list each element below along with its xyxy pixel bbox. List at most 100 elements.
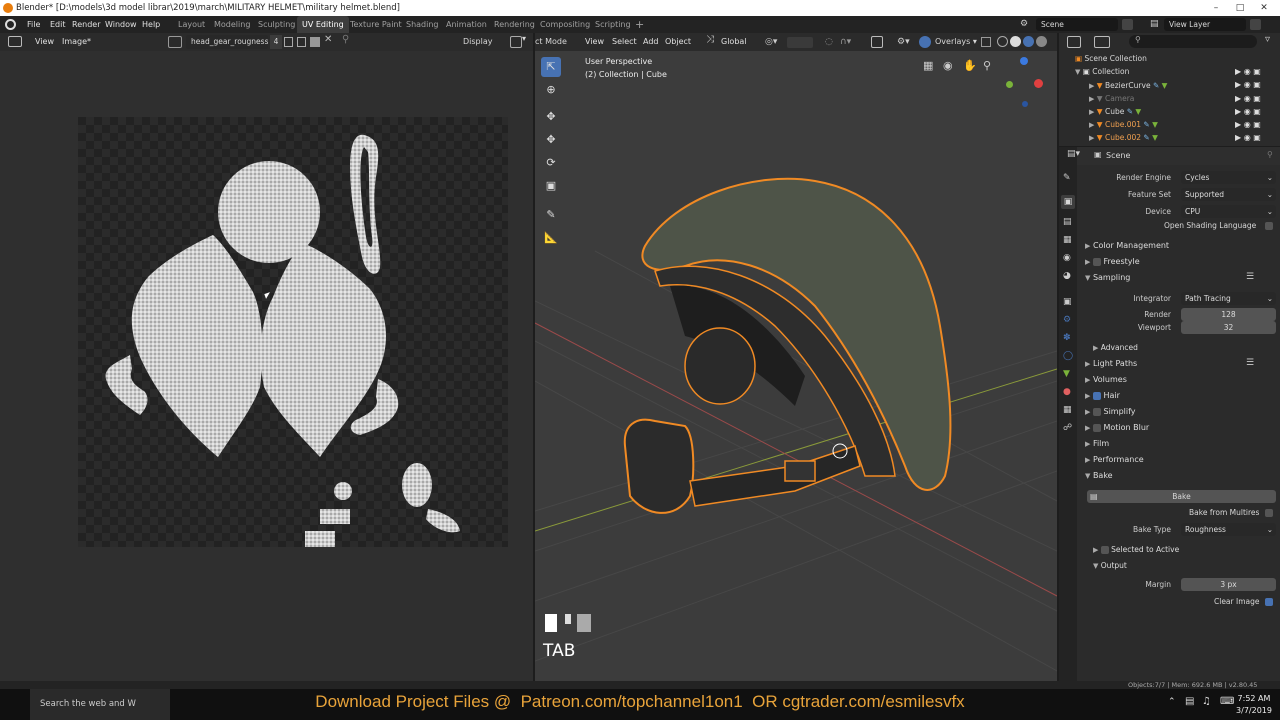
view-layer-tab-icon[interactable]: ▦ [1063, 235, 1072, 245]
snap-toggle-icon[interactable] [787, 37, 813, 48]
proportional-edit-icon[interactable]: ◌ [825, 33, 833, 51]
gizmo-neg-z-axis[interactable] [1022, 101, 1028, 107]
tool-tab-icon[interactable]: ✎ [1063, 173, 1071, 183]
object-tab-icon[interactable]: ▣ [1063, 297, 1072, 307]
particles-tab-icon[interactable]: ✽ [1063, 333, 1071, 343]
motion-blur-checkbox[interactable] [1092, 423, 1101, 432]
maximize-icon[interactable]: □ [1228, 0, 1252, 16]
light-paths-panel[interactable]: ▶ Light Paths [1085, 359, 1137, 368]
bake-panel[interactable]: ▼ Bake [1085, 471, 1113, 480]
outliner-search-input[interactable]: ⚲ [1129, 35, 1257, 48]
sampling-presets-icon[interactable]: ☰ [1246, 272, 1254, 282]
overlays-icon[interactable] [919, 36, 931, 48]
color-management-panel[interactable]: ▶ Color Management [1085, 241, 1169, 250]
performance-panel[interactable]: ▶ Performance [1085, 455, 1144, 464]
xray-icon[interactable] [981, 37, 991, 47]
keyboard-icon[interactable]: ⌨ [1220, 696, 1234, 707]
motion-blur-panel[interactable]: ▶ Motion Blur [1085, 423, 1149, 432]
menu-window[interactable]: Window [105, 16, 137, 33]
tab-texture-paint[interactable]: Texture Paint [350, 16, 402, 33]
properties-pin-icon[interactable]: ⚲ [1267, 150, 1273, 159]
camera-view-icon[interactable]: ◉ [943, 59, 953, 72]
tab-uv-editing[interactable]: UV Editing [297, 16, 349, 33]
move-tool-icon-2[interactable]: ✥ [541, 130, 561, 150]
outliner-item-cube[interactable]: ▶ ▼ Cube ✎ ▼ [1089, 105, 1141, 118]
rendered-shading-icon[interactable] [1036, 36, 1047, 47]
outliner-item-cube-002[interactable]: ▶ ▼ Cube.002 ✎ ▼ [1089, 131, 1158, 144]
render-engine-dropdown[interactable]: Cycles ⌄ [1181, 171, 1276, 184]
new-view-layer-icon[interactable] [1250, 19, 1261, 30]
material-shading-icon[interactable] [1023, 36, 1034, 47]
world-tab-icon[interactable]: ◕ [1063, 271, 1071, 281]
margin-field[interactable]: 3 px [1181, 578, 1276, 591]
minimize-icon[interactable]: – [1204, 0, 1228, 16]
tab-layout[interactable]: Layout [178, 16, 205, 33]
editor-type-icon[interactable] [8, 36, 22, 47]
outliner-item-beziercurve[interactable]: ▶ ▼ BezierCurve ✎ ▼ [1089, 79, 1167, 92]
modifier-tab-icon[interactable]: ⚙ [1063, 315, 1071, 325]
display-menu[interactable]: Display ▾ [463, 35, 499, 60]
tray-up-icon[interactable]: ⌃ [1168, 697, 1176, 707]
gizmo-icon[interactable]: ⚙▾ [897, 33, 910, 51]
hair-checkbox[interactable] [1092, 391, 1101, 400]
outliner-scene-collection[interactable]: ▣ Scene Collection [1075, 52, 1147, 65]
physics-tab-icon[interactable]: ◯ [1063, 351, 1073, 361]
interaction-mode-dropdown[interactable]: ct Mode [535, 33, 567, 51]
outliner-item-cube-001[interactable]: ▶ ▼ Cube.001 ✎ ▼ [1089, 118, 1158, 131]
pan-hand-icon[interactable]: ✋ [963, 59, 977, 72]
integrator-dropdown[interactable]: Path Tracing ⌄ [1181, 292, 1276, 305]
wireframe-shading-icon[interactable] [997, 36, 1008, 47]
solid-shading-icon[interactable] [1010, 36, 1021, 47]
output-tab-icon[interactable]: ▤ [1063, 217, 1072, 227]
volume-icon[interactable]: ♫ [1202, 696, 1211, 707]
tab-animation[interactable]: Animation [446, 16, 487, 33]
tab-sculpting[interactable]: Sculpting [258, 16, 295, 33]
measure-tool-icon[interactable]: 📐 [541, 228, 561, 248]
display-mode-icon[interactable] [1094, 36, 1110, 48]
tab-rendering[interactable]: Rendering [494, 16, 535, 33]
start-icon[interactable] [0, 689, 30, 720]
menu-file[interactable]: File [27, 16, 40, 33]
tab-modeling[interactable]: Modeling [214, 16, 250, 33]
blender-menu-icon[interactable] [5, 19, 16, 30]
uv-sync-dropdown-icon[interactable]: ▾ [522, 34, 526, 43]
add-workspace-icon[interactable]: + [635, 16, 644, 33]
advanced-subpanel[interactable]: ▶ Advanced [1093, 343, 1138, 352]
constraint-tab-icon[interactable]: ☍ [1063, 423, 1072, 433]
viewport-samples-field[interactable]: 32 [1181, 321, 1276, 334]
scale-tool-icon[interactable]: ▣ [541, 176, 561, 196]
3d-viewport[interactable]: ⇱ ⊕ ✥ ✥ ⟳ ▣ ✎ 📐 User Perspective (2) Col… [535, 51, 1057, 681]
rotate-tool-icon[interactable]: ⟳ [541, 153, 561, 173]
device-dropdown[interactable]: CPU ⌄ [1181, 205, 1276, 218]
select-box-tool-icon[interactable]: ⇱ [541, 57, 561, 77]
tab-shading[interactable]: Shading [406, 16, 439, 33]
annotate-tool-icon[interactable]: ✎ [541, 205, 561, 225]
simplify-checkbox[interactable] [1092, 407, 1101, 416]
grid-view-icon[interactable]: ▦ [923, 59, 933, 72]
falloff-icon[interactable]: ∩▾ [840, 33, 851, 51]
open-image-icon[interactable] [310, 37, 320, 47]
image-name-field[interactable]: head_gear_rougness... [186, 35, 268, 49]
image-browse-icon[interactable] [168, 36, 182, 48]
bake-type-dropdown[interactable]: Roughness ⌄ [1181, 523, 1276, 536]
new-scene-icon[interactable] [1122, 19, 1133, 30]
filter-icon[interactable]: ▿ [1265, 34, 1270, 45]
image-editor-image-menu[interactable]: Image* [62, 33, 91, 50]
sampling-panel[interactable]: ▼ Sampling [1085, 273, 1130, 282]
viewport-object-menu[interactable]: Object [665, 33, 691, 50]
gizmo-y-axis[interactable] [1006, 81, 1013, 88]
render-samples-field[interactable]: 128 [1181, 308, 1276, 321]
clear-image-checkbox[interactable] [1265, 598, 1273, 606]
zoom-icon[interactable]: ⚲ [983, 59, 991, 72]
feature-set-dropdown[interactable]: Supported ⌄ [1181, 188, 1276, 201]
material-tab-icon[interactable]: ● [1063, 387, 1071, 397]
viewport-select-menu[interactable]: Select [612, 33, 637, 50]
render-tab-icon[interactable]: ▣ [1061, 195, 1075, 209]
tab-compositing[interactable]: Compositing [540, 16, 590, 33]
viewport-view-menu[interactable]: View [585, 33, 604, 50]
navigation-gizmo[interactable] [1000, 55, 1050, 111]
image-editor-view-menu[interactable]: View [35, 33, 54, 50]
output-subpanel[interactable]: ▼ Output [1093, 561, 1127, 570]
properties-editor-type-icon[interactable]: ▤▾ [1067, 149, 1080, 159]
visibility-icon[interactable] [871, 36, 883, 48]
